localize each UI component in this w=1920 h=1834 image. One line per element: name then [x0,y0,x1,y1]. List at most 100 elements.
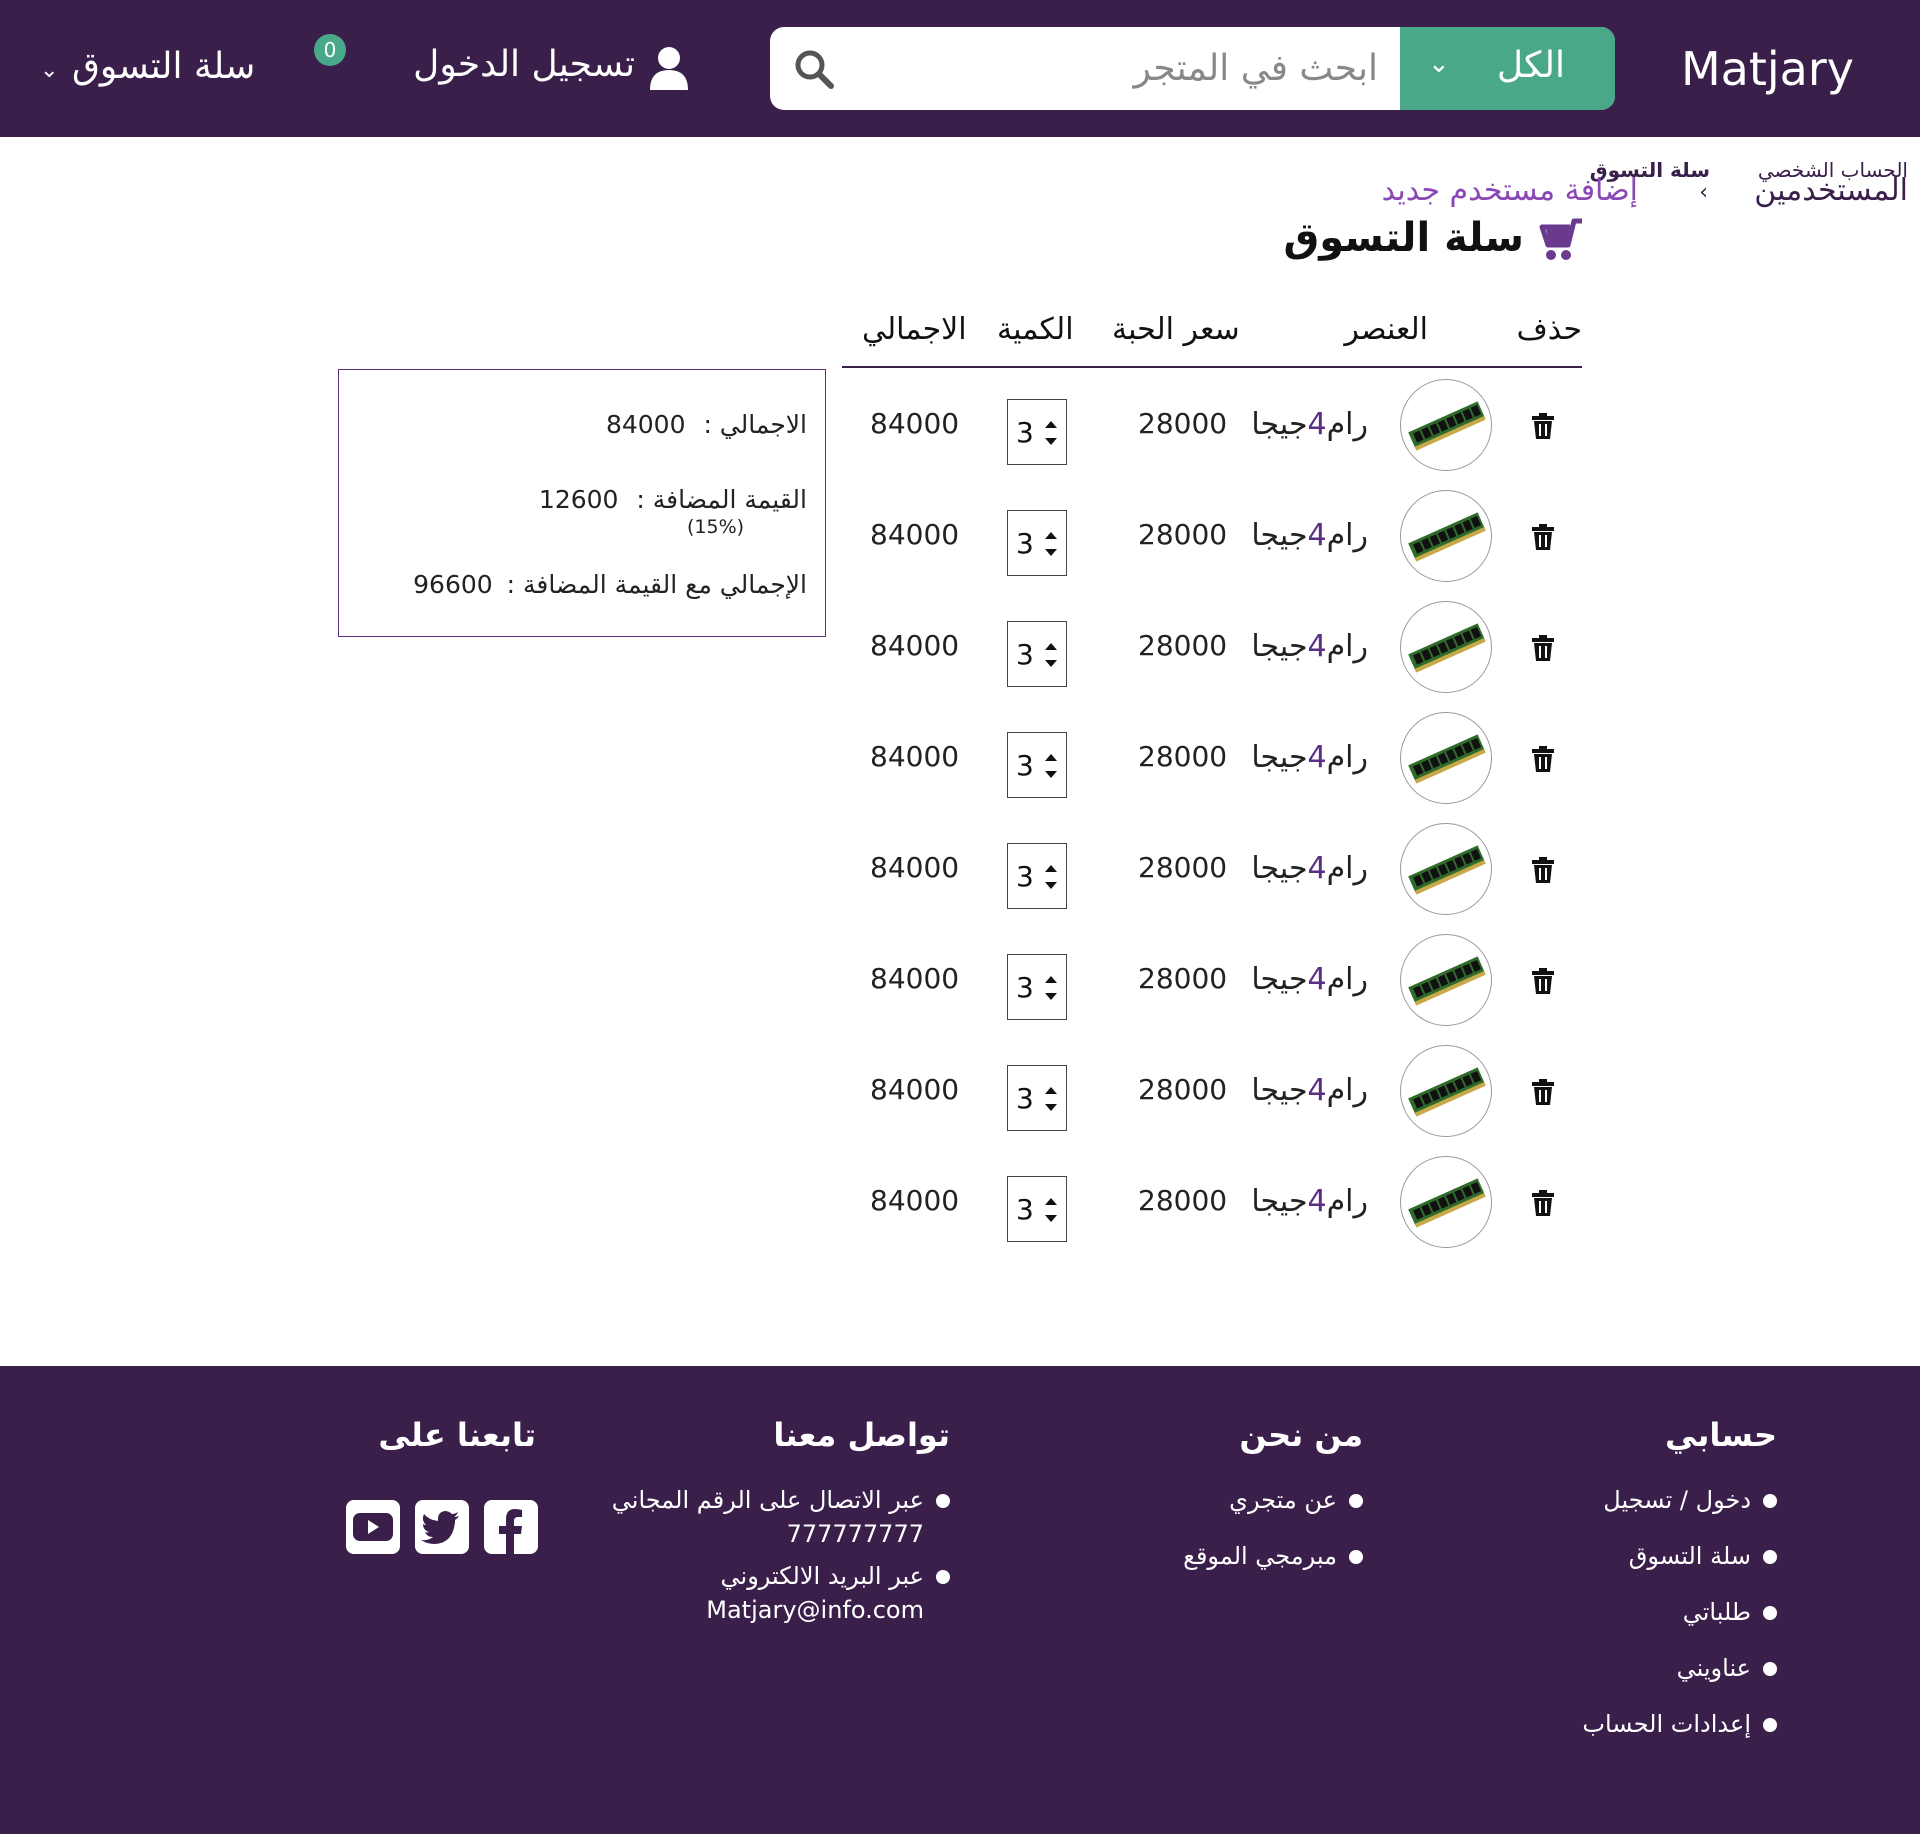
product-name[interactable]: رام4جيجا [1251,851,1368,886]
brand-logo[interactable]: Matjary [1681,42,1854,96]
spinner-arrows-icon[interactable] [1044,860,1058,894]
login-link[interactable]: تسجيل الدخول [390,40,690,96]
product-name-prefix: رام [1326,1184,1368,1219]
product-name-size: 4 [1307,629,1327,664]
trash-icon[interactable] [1532,857,1554,883]
trash-icon[interactable] [1532,1190,1554,1216]
breadcrumb-separator: ‹ [1699,180,1708,205]
trash-icon[interactable] [1532,1079,1554,1105]
footer-about-title: من نحن [1239,1416,1363,1454]
product-name-unit: جيجا [1251,518,1308,553]
product-name-size: 4 [1307,407,1327,442]
product-name[interactable]: رام4جيجا [1251,1184,1368,1219]
summary-vat-value: 12600 [538,485,619,514]
table-row: رام4جيجا 28000 3 84000 [842,591,1582,702]
quantity-value: 3 [1016,416,1034,449]
trash-icon[interactable] [1532,524,1554,550]
unit-price: 28000 [1138,851,1228,884]
header-item: العنصر [1344,312,1428,347]
youtube-icon[interactable] [346,1500,400,1554]
product-name-prefix: رام [1326,851,1368,886]
trash-icon[interactable] [1532,968,1554,994]
spinner-arrows-icon[interactable] [1044,416,1058,450]
summary-total-value: 84000 [605,410,686,439]
product-name-size: 4 [1307,1184,1327,1219]
spinner-arrows-icon[interactable] [1044,638,1058,672]
quantity-stepper[interactable]: 3 [1007,399,1067,465]
spinner-arrows-icon[interactable] [1044,1082,1058,1116]
trash-icon[interactable] [1532,635,1554,661]
quantity-stepper[interactable]: 3 [1007,843,1067,909]
footer-link-login[interactable]: دخول / تسجيل [1603,1486,1777,1514]
spinner-arrows-icon[interactable] [1044,749,1058,783]
header-unit-price: سعر الحبة [1112,312,1240,347]
header-total: الاجمالي [862,312,967,347]
summary-total-label: الاجمالي : [703,410,807,439]
breadcrumb-users[interactable]: المستخدمين [1754,173,1908,208]
spinner-arrows-icon[interactable] [1044,527,1058,561]
product-name-size: 4 [1307,962,1327,997]
footer-link-addresses[interactable]: عناويني [1677,1654,1778,1682]
product-thumbnail[interactable] [1400,379,1492,471]
product-thumbnail[interactable] [1400,934,1492,1026]
footer-link-cart[interactable]: سلة التسوق [1629,1542,1778,1570]
search-icon[interactable] [792,47,836,91]
product-name-unit: جيجا [1251,1184,1308,1219]
product-name-size: 4 [1307,740,1327,775]
search-category-dropdown[interactable]: الكل ⌄ [1400,27,1615,110]
search-category-label: الكل [1496,45,1565,86]
quantity-value: 3 [1016,527,1034,560]
spinner-arrows-icon[interactable] [1044,971,1058,1005]
header-delete: حذف [1516,312,1582,347]
quantity-stepper[interactable]: 3 [1007,1176,1067,1242]
row-total: 84000 [870,740,960,773]
header-cart-button[interactable]: سلة التسوق ⌄ 0 [40,34,360,104]
product-name[interactable]: رام4جيجا [1251,1073,1368,1108]
product-name[interactable]: رام4جيجا [1251,629,1368,664]
summary-vat: القيمة المضافة : 12600 [539,485,807,514]
footer-link-settings[interactable]: إعدادات الحساب [1582,1710,1777,1738]
search-input[interactable] [840,27,1400,110]
unit-price: 28000 [1138,1184,1228,1217]
product-name-unit: جيجا [1251,629,1308,664]
product-name[interactable]: رام4جيجا [1251,962,1368,997]
product-name[interactable]: رام4جيجا [1251,740,1368,775]
product-name-size: 4 [1307,1073,1327,1108]
product-thumbnail[interactable] [1400,490,1492,582]
quantity-stepper[interactable]: 3 [1007,732,1067,798]
breadcrumb-add-user[interactable]: إضافة مستخدم جديد [1382,173,1638,208]
quantity-stepper[interactable]: 3 [1007,510,1067,576]
summary-grand-total: الإجمالي مع القيمة المضافة : 96600 [413,570,807,599]
product-name[interactable]: رام4جيجا [1251,407,1368,442]
table-row: رام4جيجا 28000 3 84000 [842,813,1582,924]
order-summary: الاجمالي : 84000 القيمة المضافة : 12600 … [338,369,826,637]
product-thumbnail[interactable] [1400,823,1492,915]
product-thumbnail[interactable] [1400,1045,1492,1137]
quantity-value: 3 [1016,860,1034,893]
product-name-unit: جيجا [1251,851,1308,886]
footer-phone-number[interactable]: 777777777 [787,1520,924,1548]
product-name[interactable]: رام4جيجا [1251,518,1368,553]
twitter-icon[interactable] [415,1500,469,1554]
footer-link-developers[interactable]: مبرمجي الموقع [1183,1542,1363,1570]
footer-link-about-store[interactable]: عن متجري [1229,1486,1363,1514]
unit-price: 28000 [1138,407,1228,440]
footer-link-orders[interactable]: طلباتي [1683,1598,1778,1626]
row-total: 84000 [870,1184,960,1217]
trash-icon[interactable] [1532,746,1554,772]
quantity-stepper[interactable]: 3 [1007,621,1067,687]
facebook-icon[interactable] [484,1500,538,1554]
spinner-arrows-icon[interactable] [1044,1193,1058,1227]
row-total: 84000 [870,962,960,995]
search-bar: الكل ⌄ [770,27,1615,110]
trash-icon[interactable] [1532,413,1554,439]
quantity-stepper[interactable]: 3 [1007,954,1067,1020]
table-row: رام4جيجا 28000 3 84000 [842,1035,1582,1146]
product-thumbnail[interactable] [1400,1156,1492,1248]
product-thumbnail[interactable] [1400,712,1492,804]
footer-email-address[interactable]: Matjary@info.com [706,1596,924,1624]
product-thumbnail[interactable] [1400,601,1492,693]
product-name-prefix: رام [1326,518,1368,553]
quantity-stepper[interactable]: 3 [1007,1065,1067,1131]
cart-count-badge: 0 [314,34,346,66]
